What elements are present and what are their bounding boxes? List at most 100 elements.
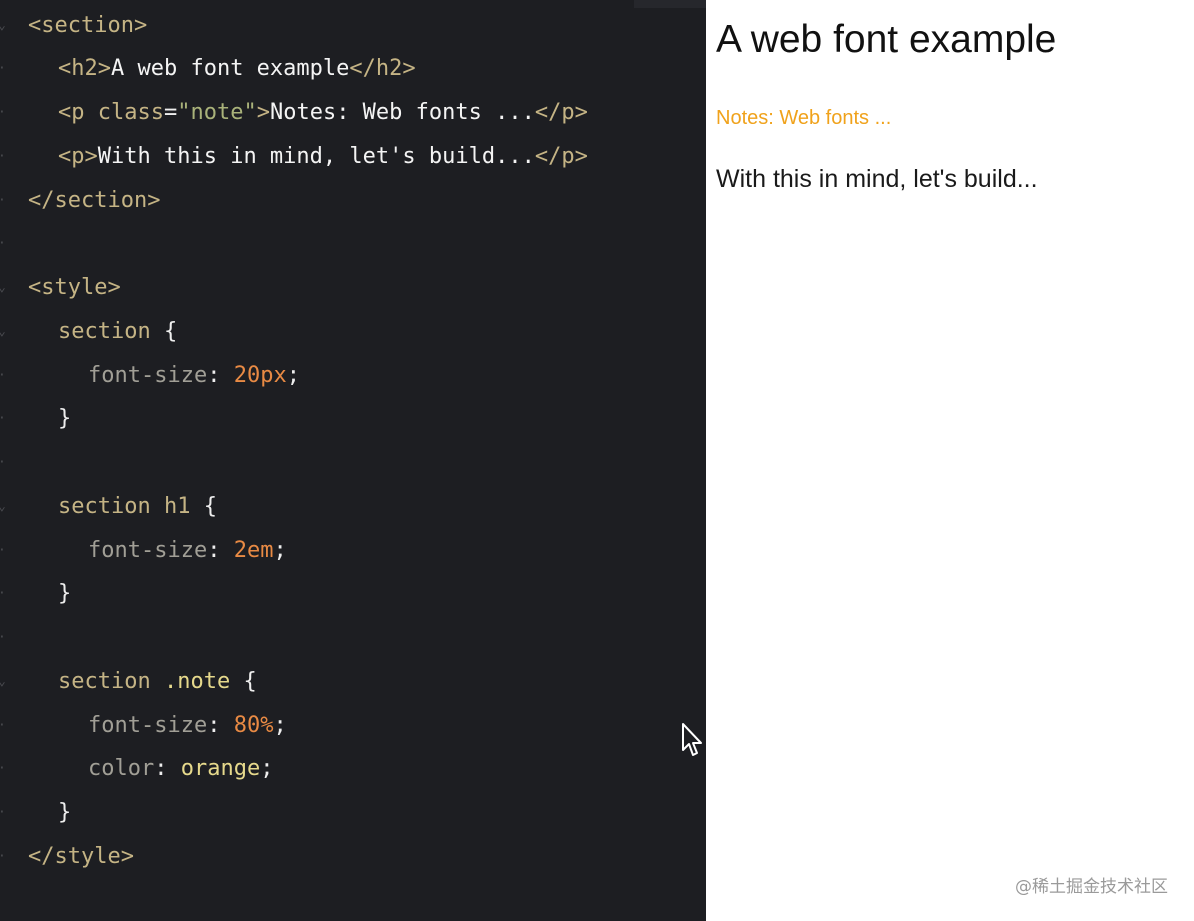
code-token: </p> [534, 144, 588, 169]
fold-arrow-icon[interactable]: ⌄ [0, 270, 22, 306]
code-text: } [58, 795, 71, 831]
code-token: <style> [28, 275, 121, 300]
code-token: orange [180, 756, 261, 781]
code-token: </p> [534, 100, 588, 125]
code-text: section h1 { [58, 489, 217, 525]
code-token: </section> [28, 188, 161, 213]
gutter-marker: · [0, 576, 22, 612]
code-token: section [58, 669, 151, 694]
code-token: <p> [58, 144, 98, 169]
code-line: ·} [0, 576, 706, 612]
code-token: } [58, 406, 72, 431]
code-token: <p [58, 100, 98, 125]
code-token: <section> [28, 13, 148, 38]
code-text: <p>With this in mind, let's build...</p> [58, 139, 588, 175]
code-token: : [207, 363, 234, 388]
gutter-marker: · [0, 95, 22, 131]
code-line: · color: orange; [0, 751, 706, 787]
code-text: font-size: 80%; [88, 708, 287, 744]
code-line: ⌄ section .note { [0, 664, 706, 700]
code-line: ·</style> [0, 839, 706, 875]
code-text: } [58, 576, 71, 612]
code-line: ·} [0, 795, 706, 831]
gutter-marker: · [0, 839, 22, 875]
code-text: color: orange; [88, 751, 273, 787]
code-line: · [0, 620, 706, 656]
code-line: · font-size: 2em; [0, 533, 706, 569]
code-token: section [58, 319, 151, 344]
fold-arrow-icon[interactable]: ⌄ [0, 664, 22, 700]
code-token: color [88, 756, 155, 781]
code-line: · <p class="note">Notes: Web fonts ...</p… [0, 95, 706, 131]
code-text: section { [58, 314, 177, 350]
code-token: } [58, 581, 72, 606]
code-token: </style> [28, 844, 134, 869]
code-token: font-size [88, 713, 208, 738]
code-token: = [163, 100, 178, 125]
code-token: ; [273, 713, 287, 738]
code-token: > [256, 100, 270, 125]
code-line: ·</section> [0, 183, 706, 219]
gutter-marker: · [0, 358, 22, 394]
preview-heading: A web font example [716, 18, 1057, 61]
code-line: · <h2>A web font example</h2> [0, 51, 706, 87]
code-text: <section> [28, 8, 147, 44]
gutter-marker: · [0, 445, 22, 481]
code-token: : [207, 713, 234, 738]
gutter-marker: · [0, 708, 22, 744]
preview-paragraph: With this in mind, let's build... [716, 165, 1038, 193]
code-token: { [190, 494, 217, 519]
code-token: 2em [233, 538, 274, 563]
editor-top-bar [634, 0, 706, 8]
code-token: 20px [233, 363, 287, 388]
code-text: } [58, 401, 71, 437]
code-text: <h2>A web font example</h2> [58, 51, 416, 87]
gutter-marker: · [0, 226, 22, 262]
gutter-marker: · [0, 533, 22, 569]
watermark: @稀土掘金技术社区 [1015, 877, 1168, 897]
code-text: <p class="note">Notes: Web fonts ...</p> [58, 95, 588, 131]
code-token: .note [163, 669, 231, 694]
gutter-marker: · [0, 401, 22, 437]
code-text: font-size: 2em; [88, 533, 287, 569]
mouse-pointer-icon [682, 723, 702, 756]
code-token: "note" [177, 100, 257, 125]
code-token: font-size [88, 538, 208, 563]
code-line: · <p>With this in mind, let's build...</p… [0, 139, 706, 175]
code-token: With this in mind, let's build... [97, 144, 535, 169]
code-line: · font-size: 80%; [0, 708, 706, 744]
code-text: font-size: 20px; [88, 358, 300, 394]
code-token: { [230, 669, 257, 694]
code-line: ·} [0, 401, 706, 437]
gutter-marker: · [0, 51, 22, 87]
code-token: } [58, 800, 72, 825]
fold-arrow-icon[interactable]: ⌄ [0, 314, 22, 350]
code-token: Notes: Web fonts ... [269, 100, 535, 125]
gutter-marker: · [0, 751, 22, 787]
code-token: A web font example [110, 56, 350, 81]
code-editor[interactable]: ⌄<section>·<h2>A web font example</h2>·<… [0, 0, 706, 921]
code-line: · [0, 226, 706, 262]
code-token: ; [286, 363, 300, 388]
gutter-marker: · [0, 139, 22, 175]
preview-note: Notes: Web fonts ... [716, 107, 892, 129]
code-token: ; [273, 538, 287, 563]
code-text: <style> [28, 270, 121, 306]
code-line: ⌄ <section> [0, 8, 706, 44]
code-token: class [97, 100, 164, 125]
preview-pane: A web font example Notes: Web fonts ... … [706, 0, 1194, 921]
code-token: <h2> [58, 56, 111, 81]
code-token: </h2> [349, 56, 416, 81]
code-line: · [0, 445, 706, 481]
code-line: ⌄ <style> [0, 270, 706, 306]
gutter-marker: · [0, 620, 22, 656]
fold-arrow-icon[interactable]: ⌄ [0, 489, 22, 525]
gutter-marker: · [0, 795, 22, 831]
fold-arrow-icon[interactable]: ⌄ [0, 8, 22, 44]
code-text: </style> [28, 839, 134, 875]
code-token: : [154, 756, 181, 781]
code-line: · font-size: 20px; [0, 358, 706, 394]
code-token: : [207, 538, 234, 563]
code-text: </section> [28, 183, 160, 219]
